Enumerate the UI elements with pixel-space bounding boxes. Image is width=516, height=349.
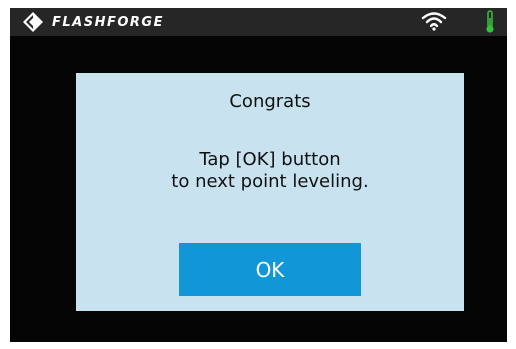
dialog-message-line-2: to next point leveling.	[171, 171, 369, 192]
dialog-message-line-1: Tap [OK] button	[199, 149, 341, 170]
status-bar: FLASHFORGE	[10, 8, 507, 36]
dialog-title: Congrats	[229, 91, 311, 112]
flashforge-logo-icon	[23, 12, 43, 32]
leveling-dialog: Congrats Tap [OK] button to next point l…	[76, 73, 464, 311]
thermometer-icon	[486, 10, 494, 33]
ok-button[interactable]: OK	[179, 243, 361, 296]
dialog-message: Tap [OK] button to next point leveling.	[76, 149, 464, 193]
touch-screen: FLASHFORGE Congrats Tap [OK] button to n…	[10, 8, 507, 342]
brand-name: FLASHFORGE	[52, 14, 164, 30]
wifi-icon	[421, 12, 447, 31]
brand: FLASHFORGE	[22, 11, 164, 33]
device-bezel: FLASHFORGE Congrats Tap [OK] button to n…	[0, 0, 516, 349]
